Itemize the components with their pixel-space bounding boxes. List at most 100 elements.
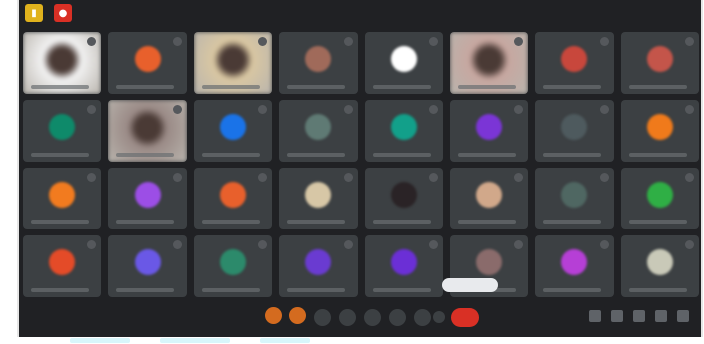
participant-tile[interactable] — [108, 32, 187, 94]
participant-avatar — [219, 113, 246, 140]
participant-tile[interactable] — [364, 32, 443, 94]
mic-muted-icon — [87, 240, 97, 250]
participant-tile[interactable] — [535, 32, 614, 94]
participant-tile[interactable] — [279, 167, 358, 230]
mic-muted-icon — [172, 37, 182, 46]
participant-name — [628, 288, 687, 292]
record-icon[interactable]: ● — [54, 4, 72, 22]
participant-tile[interactable] — [279, 32, 358, 94]
participant-avatar — [305, 46, 332, 73]
participant-avatar — [476, 181, 503, 208]
participant-tile[interactable] — [364, 167, 443, 230]
participant-avatar — [49, 113, 76, 140]
participant-tile[interactable] — [535, 235, 614, 297]
participant-tile[interactable] — [108, 167, 187, 230]
participant-avatar — [305, 181, 332, 208]
participant-grid — [23, 32, 699, 297]
info-icon[interactable] — [589, 310, 601, 322]
participant-tile[interactable] — [620, 235, 699, 297]
participant-tile[interactable] — [449, 32, 529, 94]
mic-muted-icon — [428, 104, 438, 114]
participant-tile[interactable] — [620, 99, 699, 162]
participant-tile[interactable] — [535, 99, 614, 162]
more-icon[interactable] — [433, 311, 445, 323]
captions-icon[interactable] — [364, 309, 381, 326]
participant-tile[interactable] — [364, 99, 443, 162]
participant-name — [116, 84, 175, 89]
mic-muted-icon — [599, 172, 609, 182]
raise-hand-icon[interactable] — [389, 309, 406, 326]
participant-tile[interactable] — [535, 167, 614, 230]
mic-muted-icon — [685, 37, 694, 46]
participant-tile[interactable] — [620, 32, 699, 94]
bottom-control-bar — [19, 299, 701, 337]
participant-avatar — [49, 181, 76, 208]
participant-name — [31, 220, 89, 225]
participant-tile[interactable] — [193, 167, 273, 230]
participant-avatar — [646, 113, 673, 140]
participant-avatar — [134, 249, 161, 276]
activities-icon[interactable] — [655, 310, 667, 322]
participant-name — [543, 288, 602, 292]
reaction-icon[interactable] — [265, 307, 282, 324]
participant-tile[interactable] — [193, 235, 273, 297]
participant-name — [116, 288, 175, 292]
chat-icon[interactable] — [633, 310, 645, 322]
reaction-icon[interactable] — [289, 307, 306, 324]
participant-name — [31, 152, 89, 157]
participant-tile[interactable] — [279, 235, 358, 297]
participant-avatar — [476, 249, 503, 276]
participant-tile[interactable] — [23, 167, 102, 230]
participant-name — [457, 84, 516, 89]
lock-icon[interactable] — [677, 310, 689, 322]
people-icon[interactable] — [611, 310, 623, 322]
participant-name — [116, 220, 175, 225]
participant-tile[interactable] — [364, 235, 443, 297]
meet-window: ▮ ● — [17, 0, 703, 337]
participant-name — [372, 220, 431, 225]
participant-name — [201, 152, 260, 157]
cyan-strip — [70, 338, 130, 343]
mic-muted-icon — [258, 104, 268, 114]
mic-muted-icon — [87, 172, 97, 182]
participant-tile[interactable] — [279, 99, 358, 162]
camera-icon[interactable] — [339, 309, 356, 326]
mic-muted-icon — [172, 104, 182, 114]
mic-icon[interactable] — [314, 309, 331, 326]
mic-muted-icon — [514, 172, 524, 182]
participant-name — [201, 288, 260, 292]
participant-tile[interactable] — [108, 235, 187, 297]
participant-name — [372, 152, 431, 157]
participant-tile[interactable] — [449, 99, 529, 162]
mic-muted-icon — [172, 240, 182, 250]
mic-muted-icon — [514, 240, 524, 250]
participant-avatar — [305, 249, 332, 276]
mic-muted-icon — [599, 37, 609, 46]
participant-tile[interactable] — [620, 167, 699, 230]
mic-muted-icon — [87, 104, 97, 114]
participant-tile[interactable] — [23, 99, 102, 162]
mic-muted-icon — [343, 37, 353, 46]
participant-tile[interactable] — [193, 32, 273, 94]
participant-avatar — [561, 46, 588, 73]
participant-tile[interactable] — [108, 99, 187, 162]
participant-name — [543, 84, 602, 89]
participant-avatar — [219, 249, 246, 276]
present-icon[interactable] — [414, 309, 431, 326]
participant-name — [457, 152, 516, 157]
participant-name — [287, 84, 346, 89]
pin-icon[interactable]: ▮ — [25, 4, 43, 22]
participant-name — [543, 152, 602, 157]
participant-tile[interactable] — [449, 167, 529, 230]
participant-tile[interactable] — [23, 32, 102, 94]
participant-tile[interactable] — [193, 99, 273, 162]
mic-muted-icon — [428, 37, 438, 46]
mic-muted-icon — [428, 240, 438, 250]
participant-avatar — [390, 46, 417, 73]
mic-muted-icon — [599, 240, 609, 250]
hangup-button[interactable] — [451, 308, 479, 327]
participant-name — [628, 220, 687, 225]
mic-muted-icon — [685, 240, 694, 250]
participant-name — [116, 152, 175, 157]
participant-tile[interactable] — [23, 235, 102, 297]
